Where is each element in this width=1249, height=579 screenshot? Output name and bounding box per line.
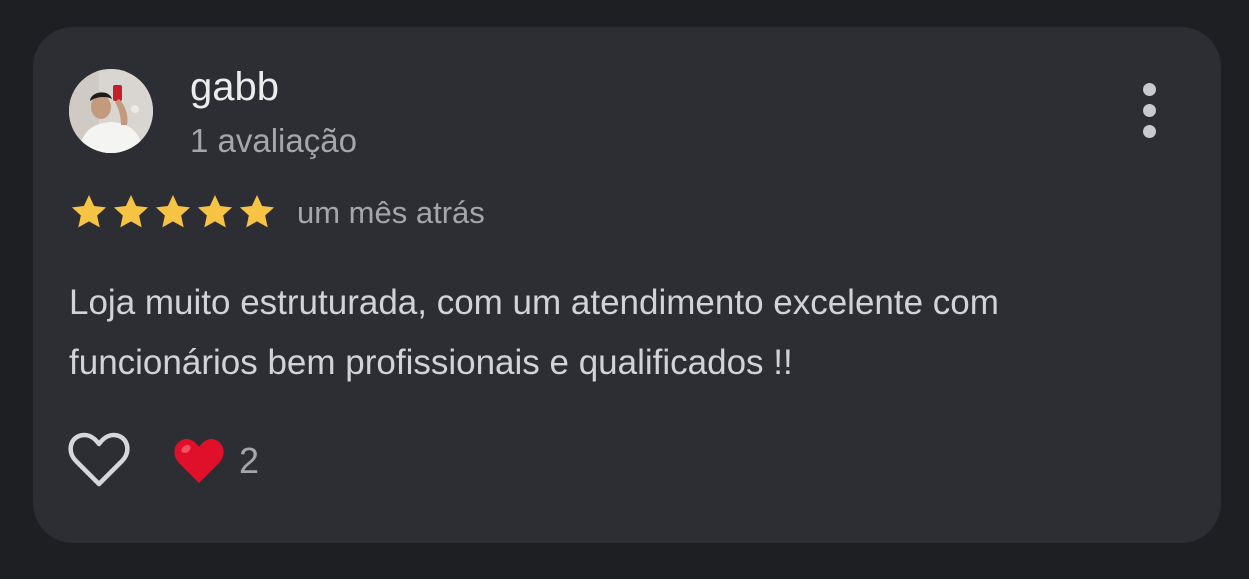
red-heart-icon <box>174 438 224 483</box>
review-card: gabb 1 avaliação um mês atrás Loja muito… <box>33 27 1221 543</box>
more-vertical-icon-dot <box>1143 104 1156 117</box>
more-options-button[interactable] <box>1129 83 1169 139</box>
heart-outline-icon <box>68 432 130 487</box>
avatar[interactable] <box>69 69 153 153</box>
review-text: Loja muito estruturada, com um atendimen… <box>69 283 999 382</box>
avatar-image <box>69 69 153 153</box>
review-time: um mês atrás <box>297 195 485 230</box>
star-icon <box>239 195 275 228</box>
reaction-count: 2 <box>239 440 260 481</box>
star-icon <box>197 195 233 228</box>
author-name[interactable]: gabb <box>190 63 279 111</box>
more-vertical-icon-dot <box>1143 125 1156 138</box>
author-review-count: 1 avaliação <box>190 122 357 159</box>
reaction-summary[interactable]: 2 <box>173 433 259 489</box>
star-icon <box>71 195 107 228</box>
star-icon <box>155 195 191 228</box>
star-rating <box>69 192 277 232</box>
more-vertical-icon <box>1143 83 1156 96</box>
like-button[interactable] <box>67 429 131 489</box>
star-icon <box>113 195 149 228</box>
